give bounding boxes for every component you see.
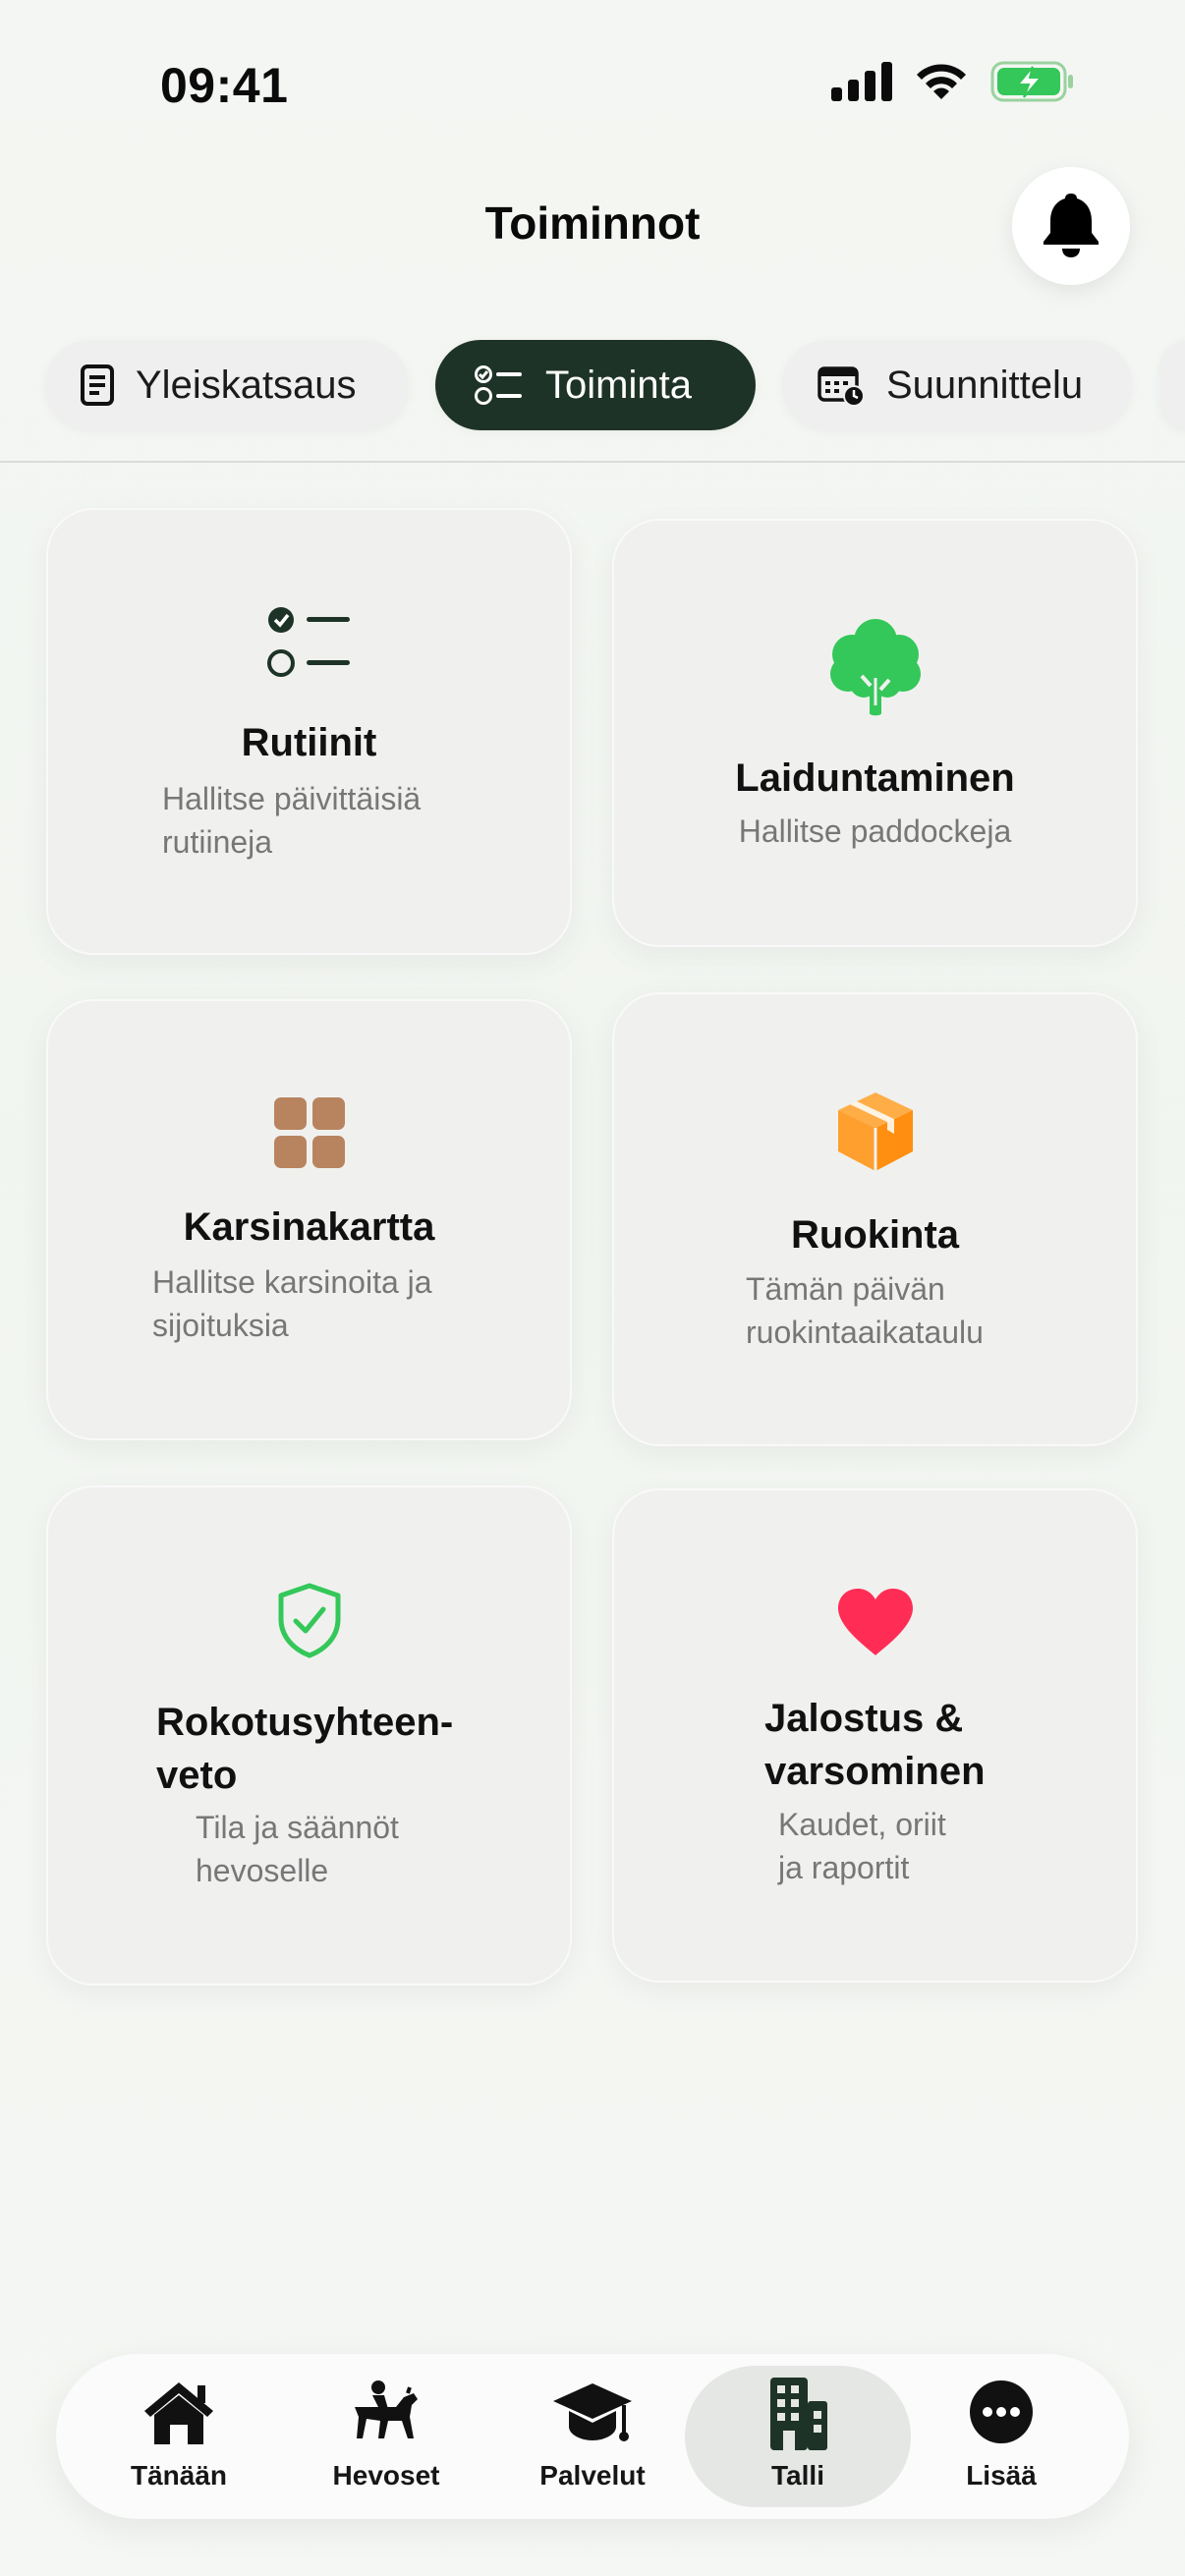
- nav-today[interactable]: Tänään: [81, 2354, 277, 2519]
- card-subtitle: Kaudet, oriit ja raportit: [778, 1807, 946, 1885]
- divider: [0, 461, 1185, 463]
- bell-icon: [1040, 190, 1102, 263]
- card-title: Rokotusyhteen- veto: [156, 1701, 454, 1797]
- tab-planning[interactable]: Suunnittelu: [782, 340, 1132, 430]
- nav-label: Lisää: [966, 2460, 1037, 2491]
- card-title: Karsinakartta: [183, 1205, 435, 1249]
- box-icon: [612, 1091, 1138, 1173]
- card-grazing[interactable]: Laiduntaminen Hallitse paddockeja: [612, 519, 1138, 947]
- card-title: Ruokinta: [790, 1213, 960, 1257]
- card-vaccinations[interactable]: Rokotusyhteen- veto Tila ja säännöt hevo…: [46, 1485, 572, 1986]
- calendar-clock-icon: [818, 364, 865, 406]
- card-subtitle: Hallitse päivittäisiä rutiineja: [162, 781, 422, 860]
- notifications-button[interactable]: [1012, 167, 1130, 285]
- segment-tabs: Yleiskatsaus Toiminta Suunnittelu: [0, 340, 1185, 436]
- checklist-icon: [475, 364, 524, 406]
- nav-label: Talli: [771, 2460, 824, 2491]
- tree-icon: [612, 617, 1138, 719]
- status-time: 09:41: [160, 58, 289, 113]
- card-title: Rutiinit: [241, 721, 377, 764]
- status-bar: 09:41: [0, 0, 1185, 147]
- card-breeding[interactable]: Jalostus & varsominen Kaudet, oriit ja r…: [612, 1488, 1138, 1983]
- card-routines[interactable]: Rutiinit Hallitse päivittäisiä rutiineja: [46, 508, 572, 955]
- more-icon: [903, 2380, 1100, 2444]
- tab-label: Suunnittelu: [886, 363, 1084, 407]
- nav-label: Tänään: [130, 2460, 228, 2491]
- house-icon: [81, 2380, 277, 2446]
- battery-charging-icon: [990, 61, 1075, 107]
- building-icon: [700, 2376, 896, 2452]
- shield-check-icon: [46, 1582, 572, 1658]
- checklist-icon: [46, 604, 572, 679]
- card-stall-map[interactable]: Karsinakartta Hallitse karsinoita ja sij…: [46, 999, 572, 1440]
- card-title: Laiduntaminen: [735, 756, 1015, 800]
- card-subtitle: Hallitse karsinoita ja sijoituksia: [152, 1264, 432, 1343]
- page-title: Toiminnot: [484, 197, 701, 249]
- nav-horses[interactable]: Hevoset: [288, 2354, 484, 2519]
- tab-overview[interactable]: Yleiskatsaus: [45, 340, 409, 430]
- heart-icon: [612, 1587, 1138, 1657]
- tab-overflow[interactable]: [1159, 340, 1185, 430]
- nav-label: Palvelut: [539, 2460, 646, 2491]
- graduation-cap-icon: [494, 2380, 691, 2448]
- tab-label: Toiminta: [545, 363, 692, 407]
- tab-action[interactable]: Toiminta: [435, 340, 756, 430]
- card-subtitle: Hallitse paddockeja: [738, 813, 1012, 849]
- status-icons: [831, 61, 1075, 107]
- card-subtitle: Tämän päivän ruokintaaikataulu: [746, 1271, 984, 1350]
- bottom-tab-bar: Tänään Hevoset Palvelut Talli Lisää: [56, 2354, 1129, 2519]
- cellular-signal-icon: [831, 62, 892, 106]
- card-title: Jalostus & varsominen: [764, 1697, 986, 1793]
- card-feeding[interactable]: Ruokinta Tämän päivän ruokintaaikataulu: [612, 992, 1138, 1446]
- tab-label: Yleiskatsaus: [136, 363, 357, 407]
- nav-label: Hevoset: [332, 2460, 440, 2491]
- nav-more[interactable]: Lisää: [903, 2354, 1100, 2519]
- wifi-icon: [914, 62, 969, 106]
- nav-services[interactable]: Palvelut: [494, 2354, 691, 2519]
- card-subtitle: Tila ja säännöt hevoselle: [196, 1810, 399, 1888]
- grid-icon: [46, 1097, 572, 1168]
- document-icon: [81, 364, 114, 406]
- nav-stable[interactable]: Talli: [700, 2354, 896, 2519]
- horse-rider-icon: [288, 2380, 484, 2442]
